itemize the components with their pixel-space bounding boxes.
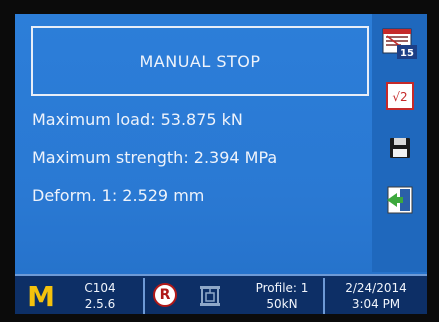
status-title: MANUAL STOP <box>139 51 261 71</box>
machine-cell: M C104 2.5.6 <box>15 278 145 314</box>
datetime-cell: 2/24/2014 3:04 PM <box>325 278 427 314</box>
floppy-disk-icon <box>390 138 410 158</box>
machine-model: C104 <box>84 281 116 295</box>
max-strength-reading: Maximum strength: 2.394 MPa <box>32 148 278 167</box>
deformation-reading: Deform. 1: 2.529 mm <box>32 186 205 205</box>
status-title-box: MANUAL STOP <box>31 26 369 96</box>
display-screen: MANUAL STOP Maximum load: 53.875 kN Maxi… <box>15 14 427 314</box>
max-load-reading: Maximum load: 53.875 kN <box>32 110 243 129</box>
profile-capacity: 50kN <box>266 297 298 311</box>
sidebar: 15 √2 <box>372 14 427 272</box>
matest-logo-icon: M <box>27 282 55 310</box>
status-bar: M C104 2.5.6 R Profile: 1 50kN 2/24/2014… <box>15 274 427 314</box>
sqrt-icon: √2 <box>386 82 414 110</box>
firmware-version: 2.5.6 <box>84 297 116 311</box>
date-text: 2/24/2014 <box>345 281 407 295</box>
logo-letter: M <box>27 282 55 310</box>
profile-cell: R Profile: 1 50kN <box>145 278 325 314</box>
profile-info: Profile: 1 50kN <box>245 280 319 312</box>
readings-list: Maximum load: 53.875 kN Maximum strength… <box>32 110 277 224</box>
calendar-button[interactable]: 15 <box>378 24 422 64</box>
load-frame-icon <box>200 286 220 306</box>
time-text: 3:04 PM <box>351 297 401 311</box>
calculation-button[interactable]: √2 <box>378 76 422 116</box>
remote-badge: R <box>153 283 177 307</box>
calendar-badge-text: 15 <box>400 48 414 59</box>
calendar-icon: 15 <box>382 28 417 59</box>
save-button[interactable] <box>378 128 422 168</box>
machine-info: C104 2.5.6 <box>75 280 125 312</box>
exit-door-icon <box>387 186 413 214</box>
profile-number: Profile: 1 <box>255 281 309 295</box>
exit-button[interactable] <box>378 180 422 220</box>
datetime: 2/24/2014 3:04 PM <box>325 280 427 312</box>
main-panel: MANUAL STOP Maximum load: 53.875 kN Maxi… <box>15 14 371 272</box>
sqrt-label: √2 <box>392 90 407 104</box>
